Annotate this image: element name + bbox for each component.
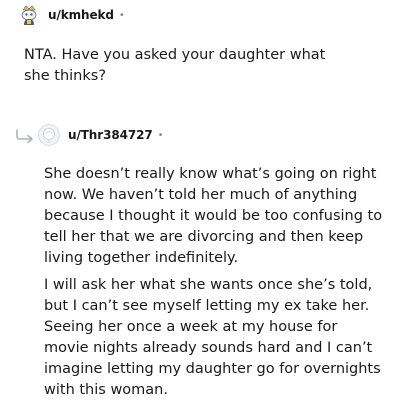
separator-dot: • [157,129,164,141]
comment-header: u/kmhekd • [18,4,125,26]
username[interactable]: u/kmhekd [48,8,114,22]
separator-dot: • [118,9,125,21]
comment-body: NTA. Have you asked your daughter what s… [24,45,354,87]
username[interactable]: u/Thr384727 [68,128,153,142]
comment-paragraph: I will ask her what she wants once she’s… [44,277,381,398]
snoo-avatar-icon[interactable] [18,4,40,26]
reply-arrow-icon [16,129,33,143]
comment-body: She doesn’t really know what’s going on … [44,164,384,401]
comment-paragraph: NTA. Have you asked your daughter what s… [24,47,326,84]
comment-paragraph: She doesn’t really know what’s going on … [44,166,383,266]
default-avatar-icon[interactable] [38,124,60,146]
reply-comment-header: u/Thr384727 • [14,124,163,146]
